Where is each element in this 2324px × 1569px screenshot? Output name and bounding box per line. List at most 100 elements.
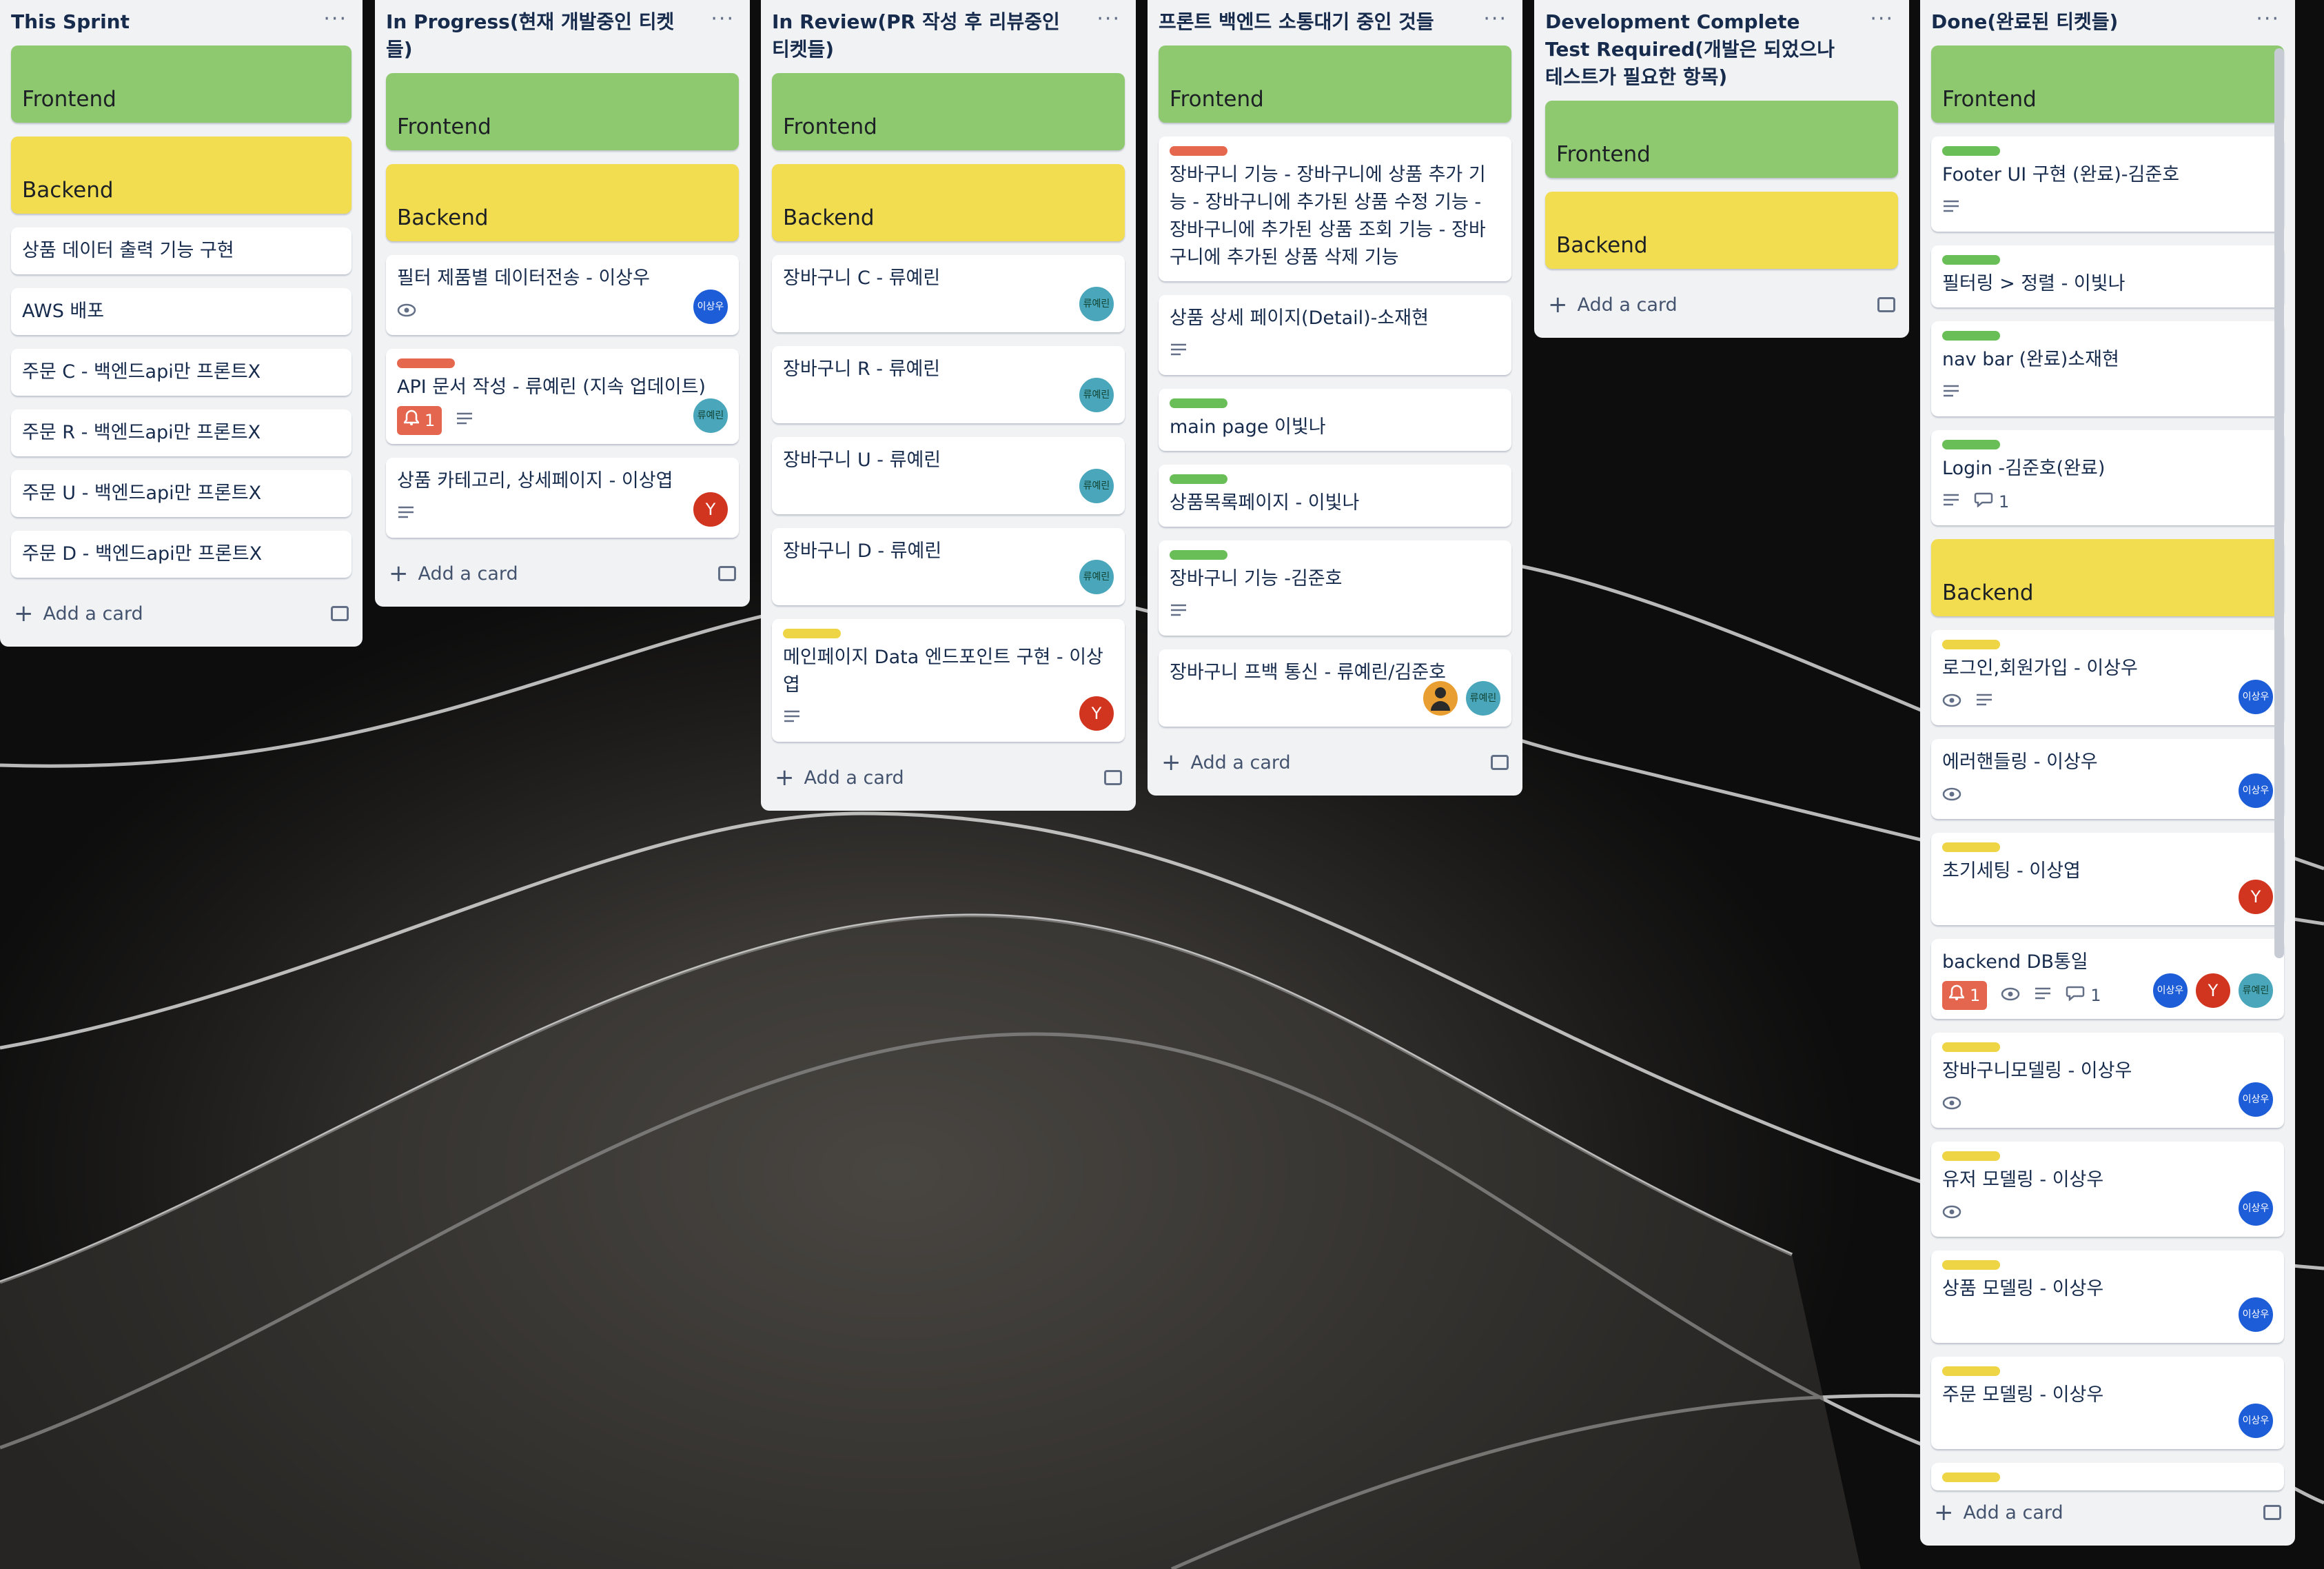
card[interactable]: 필터링 > 정렬 - 이빛나 xyxy=(1931,245,2284,307)
card[interactable]: 장바구니 프백 통신 - 류예린/김준호 류예린 xyxy=(1159,649,1511,727)
template-icon[interactable] xyxy=(331,606,349,621)
yellow-label[interactable] xyxy=(783,629,841,638)
add-card-button[interactable]: + Add a card xyxy=(0,591,363,631)
member-avatar[interactable]: Y xyxy=(692,491,729,528)
card[interactable]: 장바구니 기능 - 장바구니에 상품 추가 기능 - 장바구니에 추가된 상품 … xyxy=(1159,136,1511,281)
card[interactable]: backend DB통일 1 1 이상우 Y 류예린 xyxy=(1931,939,2284,1019)
category-card[interactable]: Backend xyxy=(772,164,1125,241)
card[interactable]: 장바구니 D - 류예린 류예린 xyxy=(772,528,1125,605)
green-label[interactable] xyxy=(1942,440,2000,449)
template-icon[interactable] xyxy=(1877,297,1895,312)
list-menu-button[interactable]: ··· xyxy=(2256,7,2280,31)
category-card[interactable]: Backend xyxy=(1931,539,2284,616)
member-avatar[interactable]: 류예린 xyxy=(1078,558,1115,596)
yellow-label[interactable] xyxy=(1942,1042,2000,1052)
member-avatar[interactable]: 이상우 xyxy=(2237,1190,2274,1227)
card[interactable]: 메인페이지 Data 엔드포인트 구현 - 이상엽 Y xyxy=(772,619,1125,742)
yellow-label[interactable] xyxy=(1942,1151,2000,1161)
card[interactable]: nav bar (완료)소재현 xyxy=(1931,321,2284,416)
add-card-button[interactable]: + Add a card xyxy=(1534,283,1909,323)
card[interactable]: 상품 데이터 출력 기능 구현 xyxy=(11,227,351,274)
list-title[interactable]: Development Complete Test Required(개발은 되… xyxy=(1545,8,1898,91)
member-avatar[interactable]: 류예린 xyxy=(1465,680,1502,717)
card[interactable]: Footer UI 구현 (완료)-김준호 xyxy=(1931,136,2284,232)
category-card[interactable]: Frontend xyxy=(11,45,351,123)
card[interactable]: 주문 D - 백엔드api만 프론트X xyxy=(11,531,351,578)
member-avatar[interactable]: 이상우 xyxy=(2237,1081,2274,1118)
card[interactable]: 로그인,회원가입 - 이상우 이상우 xyxy=(1931,630,2284,725)
member-avatar[interactable]: 이상우 xyxy=(692,288,729,325)
category-card[interactable]: Backend xyxy=(11,136,351,214)
green-label[interactable] xyxy=(1170,550,1227,560)
category-card[interactable]: Frontend xyxy=(386,73,739,150)
member-avatar[interactable]: 류예린 xyxy=(692,397,729,434)
member-avatar[interactable]: Y xyxy=(1078,695,1115,732)
green-label[interactable] xyxy=(1170,398,1227,408)
yellow-label[interactable] xyxy=(1942,640,2000,649)
yellow-label[interactable] xyxy=(1942,1260,2000,1270)
category-card[interactable]: Frontend xyxy=(1931,45,2284,123)
list-menu-button[interactable]: ··· xyxy=(1097,7,1121,31)
card[interactable]: 주문 모델링 - 이상우 이상우 xyxy=(1931,1357,2284,1449)
category-card[interactable]: Frontend xyxy=(1545,101,1898,178)
template-icon[interactable] xyxy=(1491,755,1509,770)
list-menu-button[interactable]: ··· xyxy=(1870,7,1894,31)
card[interactable]: 필터 제품별 데이터전송 - 이상우 이상우 xyxy=(386,255,739,335)
person-avatar-icon[interactable] xyxy=(1422,680,1459,717)
member-avatar[interactable]: 이상우 xyxy=(2237,678,2274,716)
member-avatar[interactable]: 이상우 xyxy=(2237,1296,2274,1333)
card[interactable]: main page 이빛나 xyxy=(1159,389,1511,451)
member-avatar[interactable]: 류예린 xyxy=(1078,376,1115,414)
card[interactable]: 주문 R - 백엔드api만 프론트X xyxy=(11,409,351,456)
list-title[interactable]: This Sprint xyxy=(11,8,351,36)
member-avatar[interactable]: 이상우 xyxy=(2152,972,2189,1009)
card[interactable]: AWS 배포 xyxy=(11,288,351,335)
card[interactable]: 상품 모델링 - 이상우 이상우 xyxy=(1931,1251,2284,1343)
add-card-button[interactable]: + Add a card xyxy=(761,756,1136,796)
member-avatar[interactable]: 류예린 xyxy=(1078,467,1115,505)
list-menu-button[interactable]: ··· xyxy=(711,7,735,31)
green-label[interactable] xyxy=(1942,146,2000,156)
template-icon[interactable] xyxy=(1104,770,1122,785)
list-menu-button[interactable]: ··· xyxy=(323,7,347,31)
yellow-label[interactable] xyxy=(1942,1472,2000,1482)
card[interactable]: 초기세팅 - 이상엽 Y xyxy=(1931,833,2284,925)
card[interactable] xyxy=(1931,1463,2284,1490)
green-label[interactable] xyxy=(1942,331,2000,341)
add-card-button[interactable]: + Add a card xyxy=(1920,1490,2295,1530)
list-menu-button[interactable]: ··· xyxy=(1483,7,1507,31)
template-icon[interactable] xyxy=(718,566,736,581)
category-card[interactable]: Frontend xyxy=(772,73,1125,150)
yellow-label[interactable] xyxy=(1942,1366,2000,1376)
card[interactable]: 장바구니 U - 류예린 류예린 xyxy=(772,437,1125,514)
list-title[interactable]: 프론트 백엔드 소통대기 중인 것들 xyxy=(1159,8,1511,36)
yellow-label[interactable] xyxy=(1942,842,2000,852)
member-avatar[interactable]: Y xyxy=(2237,878,2274,915)
card[interactable]: 상품목록페이지 - 이빛나 xyxy=(1159,465,1511,527)
card[interactable]: 장바구니 R - 류예린 류예린 xyxy=(772,346,1125,423)
category-card[interactable]: Frontend xyxy=(1159,45,1511,123)
category-card[interactable]: Backend xyxy=(386,164,739,241)
add-card-button[interactable]: + Add a card xyxy=(1148,740,1522,780)
card[interactable]: 에러핸들링 - 이상우 이상우 xyxy=(1931,739,2284,819)
card[interactable]: 장바구니모델링 - 이상우 이상우 xyxy=(1931,1033,2284,1128)
red-label[interactable] xyxy=(1170,146,1227,156)
green-label[interactable] xyxy=(1942,255,2000,265)
list-title[interactable]: In Progress(현재 개발중인 티켓들) xyxy=(386,8,739,63)
card[interactable]: Login -김준호(완료) 1 xyxy=(1931,430,2284,525)
card[interactable]: 상품 상세 페이지(Detail)-소재현 xyxy=(1159,295,1511,375)
card[interactable]: 유저 모델링 - 이상우 이상우 xyxy=(1931,1142,2284,1237)
category-card[interactable]: Backend xyxy=(1545,192,1898,269)
list-title[interactable]: In Review(PR 작성 후 리뷰중인 티켓들) xyxy=(772,8,1125,63)
green-label[interactable] xyxy=(1170,474,1227,484)
list-scrollbar[interactable] xyxy=(2274,48,2284,958)
card[interactable]: 주문 C - 백엔드api만 프론트X xyxy=(11,349,351,396)
add-card-button[interactable]: + Add a card xyxy=(375,551,750,591)
card[interactable]: API 문서 작성 - 류예린 (지속 업데이트) 1 류예린 xyxy=(386,349,739,444)
member-avatar[interactable]: 이상우 xyxy=(2237,1402,2274,1439)
card[interactable]: 주문 U - 백엔드api만 프론트X xyxy=(11,470,351,517)
card[interactable]: 상품 카테고리, 상세페이지 - 이상엽 Y xyxy=(386,458,739,538)
template-icon[interactable] xyxy=(2263,1505,2281,1520)
card[interactable]: 장바구니 기능 -김준호 xyxy=(1159,540,1511,636)
card[interactable]: 장바구니 C - 류예린 류예린 xyxy=(772,255,1125,332)
